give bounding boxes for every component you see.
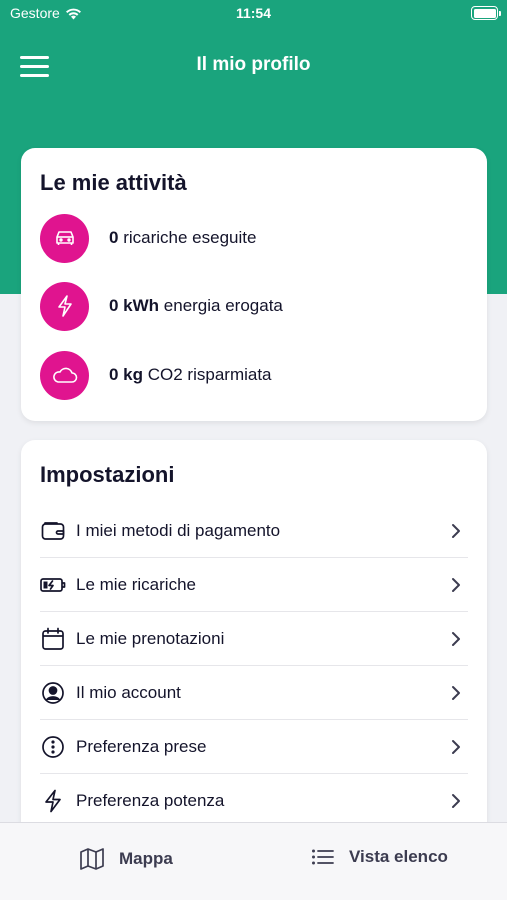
activity-charges-label: ricariche eseguite [118,228,257,247]
user-circle-icon [40,680,66,706]
lightning-icon [40,281,89,331]
settings-item-payment-methods[interactable]: I miei metodi di pagamento [40,504,468,558]
calendar-icon [40,626,66,652]
activity-co2-text: 0 kg CO2 risparmiata [109,365,272,385]
cloud-icon [40,350,89,400]
bottom-tab-bar: Mappa Vista elenco [0,822,507,900]
activity-charges-text: 0 ricariche eseguite [109,228,256,248]
battery-icon [471,6,501,20]
status-time: 11:54 [235,5,272,21]
activity-row-co2: 0 kg CO2 risparmiata [40,350,272,400]
chevron-right-icon [448,739,464,755]
settings-item-label: Il mio account [76,682,181,702]
activity-energy-value: 0 kWh [109,296,160,315]
battery-charging-icon [40,572,66,598]
settings-item-reservations[interactable]: Le mie prenotazioni [40,612,468,666]
settings-item-label: Preferenza potenza [76,790,225,810]
status-bar: Gestore 11:54 [0,0,507,28]
activities-title: Le mie attività [40,170,187,195]
settings-card: Impostazioni I miei metodi di pagamento … [21,440,487,860]
activity-co2-label: CO2 risparmiata [143,365,272,384]
tab-list-view[interactable]: Vista elenco [311,847,448,867]
tab-map[interactable]: Mappa [79,847,173,871]
settings-item-label: Preferenza prese [76,736,207,756]
settings-item-account[interactable]: Il mio account [40,666,468,720]
chevron-right-icon [448,577,464,593]
activity-row-energy: 0 kWh energia erogata [40,281,283,331]
settings-item-my-charges[interactable]: Le mie ricariche [40,558,468,612]
activity-co2-value: 0 kg [109,365,144,384]
settings-item-label: I miei metodi di pagamento [76,520,281,540]
list-icon [311,849,334,865]
map-icon [80,848,104,870]
activity-energy-label: energia erogata [159,296,283,315]
activity-energy-text: 0 kWh energia erogata [109,296,283,316]
tab-list-label: Vista elenco [349,847,448,866]
plug-circle-icon [40,734,66,760]
settings-title: Impostazioni [40,462,175,487]
settings-item-label: Le mie prenotazioni [76,628,225,648]
wallet-icon [40,518,66,544]
settings-item-label: Le mie ricariche [76,574,196,594]
activities-card: Le mie attività 0 ricariche eseguite 0 k… [21,148,487,421]
car-icon [40,213,89,263]
chevron-right-icon [448,631,464,647]
settings-item-socket-preference[interactable]: Preferenza prese [40,720,468,774]
chevron-right-icon [448,523,464,539]
chevron-right-icon [448,685,464,701]
lightning-icon [40,788,66,814]
page-title: Il mio profilo [196,54,311,75]
chevron-right-icon [448,793,464,809]
activity-row-charges: 0 ricariche eseguite [40,213,256,263]
tab-map-label: Mappa [119,849,173,868]
navigation-bar: Il mio profilo [0,44,507,88]
settings-item-power-preference[interactable]: Preferenza potenza [40,774,468,828]
